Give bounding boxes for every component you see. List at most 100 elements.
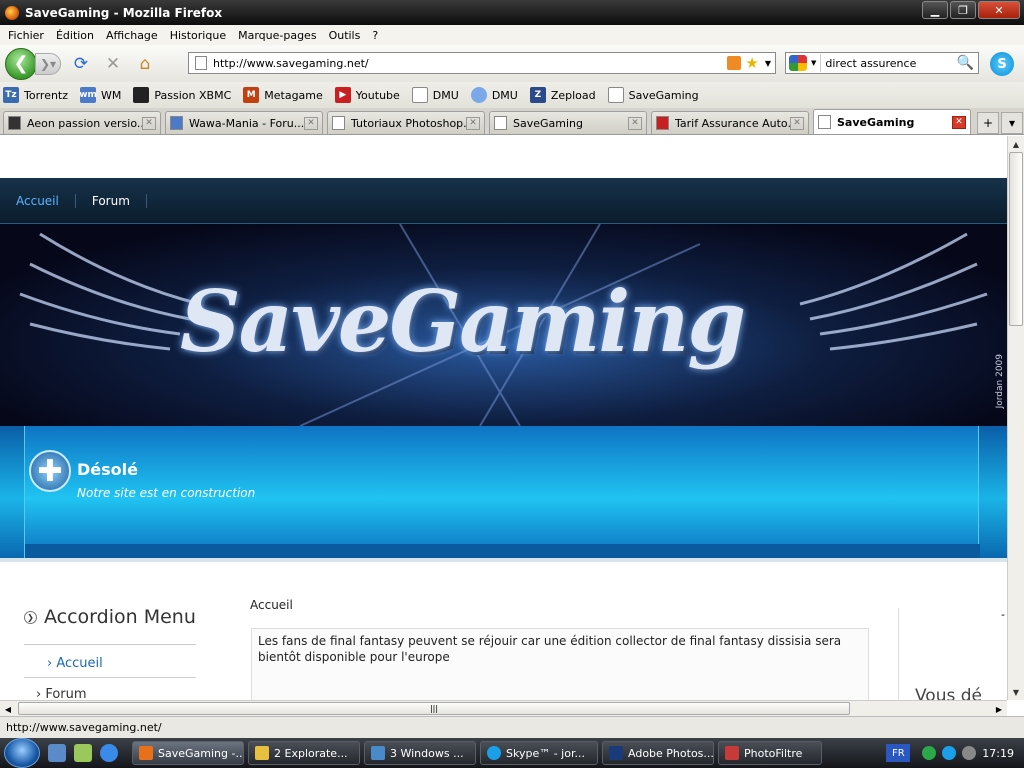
search-icon[interactable]: 🔍	[957, 55, 974, 71]
page-viewport: Accueil Forum SaveGaming Jordan 2009 ✚ D…	[0, 136, 1007, 700]
show-desktop-icon[interactable]	[48, 744, 66, 762]
menu-marque-pages[interactable]: Marque-pages	[238, 29, 316, 42]
accordion-item-forum[interactable]: › Forum	[36, 687, 87, 700]
divider	[24, 677, 196, 678]
bookmark-torrentz[interactable]: Tz Torrentz	[3, 87, 68, 103]
menu-outils[interactable]: Outils	[329, 29, 361, 42]
bookmark-favicon	[411, 87, 428, 103]
task-photoshop[interactable]: Adobe Photos...	[602, 741, 714, 765]
language-indicator[interactable]: FR	[886, 744, 911, 762]
bookmark-star-icon[interactable]: ★	[745, 54, 758, 72]
site-nav-forum[interactable]: Forum	[92, 193, 147, 208]
system-tray: FR 17:19	[886, 738, 1024, 768]
start-button[interactable]	[4, 738, 40, 768]
tab-tarif-assurance[interactable]: Tarif Assurance Auto... ✕	[651, 111, 809, 134]
scroll-right-icon[interactable]: ▶	[991, 701, 1007, 717]
close-window-button[interactable]: ✕	[978, 1, 1020, 19]
hero-subtitle: Notre site est en construction	[77, 486, 256, 500]
site-banner: SaveGaming Jordan 2009	[0, 224, 1007, 426]
right-column: - Vous dé	[898, 608, 1007, 700]
bookmark-zepload[interactable]: Z Zepload	[529, 87, 596, 103]
tab-list-button[interactable]: ▾	[1001, 112, 1023, 134]
close-tab-icon[interactable]: ✕	[304, 116, 318, 130]
tab-favicon	[8, 116, 21, 130]
bookmark-savegaming[interactable]: SaveGaming	[607, 87, 699, 103]
back-arrow-icon: ❮	[13, 53, 29, 74]
search-input[interactable]	[820, 54, 957, 72]
scroll-up-icon[interactable]: ▲	[1008, 136, 1024, 152]
navigation-toolbar: ❮ ❯▾ ⟳ ✕ ⌂ http://www.savegaming.net/ ★ …	[0, 45, 1024, 82]
close-tab-icon[interactable]: ✕	[790, 116, 804, 130]
bookmark-dmu-1[interactable]: DMU	[411, 87, 459, 103]
title-bar: SaveGaming - Mozilla Firefox ▁ ❐ ✕	[0, 0, 1024, 25]
breadcrumb[interactable]: Accueil	[250, 598, 293, 612]
accordion-item-accueil[interactable]: › Accueil	[47, 656, 103, 671]
tab-wawa-mania[interactable]: Wawa-Mania - Foru... ✕	[165, 111, 323, 134]
back-button[interactable]: ❮	[5, 47, 37, 80]
vertical-scroll-thumb[interactable]	[1009, 152, 1023, 326]
close-tab-icon[interactable]: ✕	[466, 116, 480, 130]
close-tab-icon[interactable]: ✕	[628, 116, 642, 130]
home-icon: ⌂	[139, 53, 151, 74]
scroll-left-icon[interactable]: ◀	[0, 701, 16, 717]
bookmark-favicon: Tz	[3, 87, 19, 103]
new-tab-button[interactable]: +	[977, 112, 999, 134]
right-column-dash: -	[1001, 608, 1005, 621]
tab-tutoriaux[interactable]: Tutoriaux Photoshop... ✕	[327, 111, 485, 134]
gamepad-icon: ✚	[29, 450, 71, 492]
scroll-down-icon[interactable]: ▼	[1008, 684, 1024, 700]
forward-button[interactable]: ❯▾	[35, 52, 61, 75]
chevron-right-icon: ❯	[24, 610, 37, 624]
folder-icon	[255, 746, 269, 760]
hero-section: ✚ Désolé Notre site est en construction	[0, 426, 1007, 558]
task-skype[interactable]: Skype™ - jor...	[480, 741, 598, 765]
menu-historique[interactable]: Historique	[170, 29, 226, 42]
bookmark-dmu-2[interactable]: DMU	[470, 87, 518, 103]
home-button[interactable]: ⌂	[133, 52, 157, 76]
ie-icon[interactable]	[100, 744, 118, 762]
forward-arrow-icon: ❯▾	[39, 56, 57, 71]
minimize-button[interactable]: ▁	[922, 1, 948, 19]
bookmark-passion-xbmc[interactable]: Passion XBMC	[133, 87, 231, 103]
tab-favicon	[656, 116, 669, 130]
bookmark-metagame[interactable]: M Metagame	[243, 87, 323, 103]
bookmark-wm[interactable]: wm WM	[79, 87, 121, 103]
horizontal-scrollbar[interactable]: ◀ ||| ▶	[0, 700, 1007, 716]
volume-icon[interactable]	[962, 746, 977, 760]
menu-fichier[interactable]: Fichier	[8, 29, 44, 42]
tab-favicon	[170, 116, 183, 130]
close-tab-icon[interactable]: ✕	[952, 115, 966, 129]
firefox-icon	[5, 5, 19, 20]
menu-edition[interactable]: Édition	[56, 29, 94, 42]
tab-savegaming-1[interactable]: SaveGaming ✕	[489, 111, 647, 134]
quicklaunch-icon[interactable]	[74, 744, 92, 762]
task-photofiltre[interactable]: PhotoFiltre	[718, 741, 822, 765]
vertical-scrollbar[interactable]: ▲ ▼	[1007, 136, 1024, 700]
tab-savegaming-active[interactable]: SaveGaming ✕	[813, 109, 971, 134]
maximize-button[interactable]: ❐	[950, 1, 976, 19]
site-nav-accueil[interactable]: Accueil	[16, 193, 76, 208]
skype-icon[interactable]: S	[990, 52, 1014, 76]
reload-button[interactable]: ⟳	[69, 52, 93, 76]
url-bar[interactable]: http://www.savegaming.net/ ★ ▼	[188, 52, 776, 74]
bookmark-youtube[interactable]: ▶ Youtube	[334, 87, 400, 103]
menu-affichage[interactable]: Affichage	[106, 29, 158, 42]
window-title: SaveGaming - Mozilla Firefox	[25, 5, 223, 20]
task-explorer[interactable]: 2 Explorate...	[248, 741, 360, 765]
horizontal-scroll-thumb[interactable]: |||	[18, 702, 850, 715]
tab-aeon[interactable]: Aeon passion versio... ✕	[3, 111, 161, 134]
network-icon[interactable]	[922, 746, 937, 760]
google-icon[interactable]	[789, 55, 807, 71]
task-savegaming[interactable]: SaveGaming -...	[132, 741, 244, 765]
menu-help[interactable]: ?	[372, 29, 378, 42]
skype-icon	[487, 746, 501, 760]
tab-favicon	[332, 116, 345, 130]
search-engine-dropdown-icon[interactable]: ▼	[811, 59, 816, 67]
clock[interactable]: 17:19	[982, 747, 1014, 760]
close-tab-icon[interactable]: ✕	[142, 116, 156, 130]
stop-button[interactable]: ✕	[101, 52, 125, 76]
url-dropdown-icon[interactable]: ▼	[765, 59, 771, 68]
task-windows[interactable]: 3 Windows ...	[364, 741, 476, 765]
rss-icon[interactable]	[727, 56, 742, 70]
skype-tray-icon[interactable]	[942, 746, 957, 760]
